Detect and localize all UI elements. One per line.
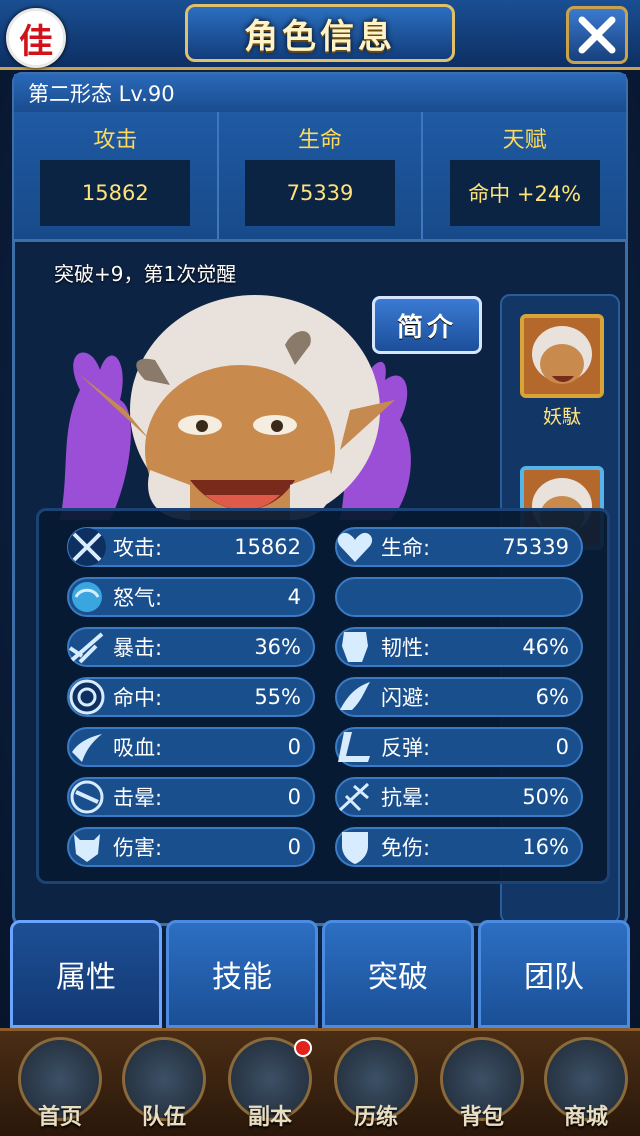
attr-value: 6% xyxy=(535,685,569,709)
roster-card[interactable] xyxy=(520,314,604,398)
attr-value: 16% xyxy=(522,835,569,859)
attr-label: 伤害: xyxy=(113,836,163,860)
fang-icon xyxy=(61,724,113,770)
attr-value: 36% xyxy=(254,635,301,659)
attr-crit: 暴击: 36% xyxy=(67,627,315,667)
attr-attack: 攻击: 15862 xyxy=(67,527,315,567)
summary-talent: 天赋 命中 +24% xyxy=(423,112,626,239)
nav-label: 历练 xyxy=(353,1105,398,1130)
crossed-swords-icon xyxy=(61,524,113,570)
summary-value: 15862 xyxy=(40,160,191,226)
attr-value: 0 xyxy=(555,735,569,759)
attr-label: 吸血: xyxy=(113,736,163,760)
breakthrough-status: 突破+9，第1次觉醒 xyxy=(54,262,237,286)
attr-label: 击晕: xyxy=(113,786,163,810)
tab-team[interactable]: 团队 xyxy=(478,920,630,1028)
tab-skills[interactable]: 技能 xyxy=(166,920,318,1028)
attr-label: 韧性: xyxy=(381,636,431,660)
attr-stun-resist: 抗晕: 50% xyxy=(335,777,583,817)
summary-attack: 攻击 15862 xyxy=(14,112,219,239)
close-button[interactable] xyxy=(566,6,628,64)
attr-value: 0 xyxy=(287,735,301,759)
resist-stun-icon xyxy=(329,774,381,820)
attr-label: 免伤: xyxy=(381,836,431,860)
attribute-panel: 攻击: 15862 生命: 75339 怒气: 4 暴击: 36% 韧性: 46… xyxy=(36,508,610,884)
bottom-nav: 首页 队伍 副本 历练 背包 商城 xyxy=(0,1028,640,1136)
intro-button[interactable]: 简介 xyxy=(372,296,482,354)
wing-icon xyxy=(329,674,381,720)
notification-dot xyxy=(294,1039,312,1057)
character-portrait xyxy=(40,250,500,520)
nav-label: 商城 xyxy=(563,1105,608,1130)
summary-value: 命中 +24% xyxy=(449,160,600,226)
target-icon xyxy=(61,674,113,720)
demon-mask-icon xyxy=(61,824,113,870)
summary-label: 天赋 xyxy=(502,128,547,153)
roster-name: 妖駄 xyxy=(542,406,581,428)
attr-damage: 伤害: 0 xyxy=(67,827,315,867)
attr-tenacity: 韧性: 46% xyxy=(335,627,583,667)
nav-bag[interactable]: 背包 xyxy=(434,1037,530,1133)
heart-icon xyxy=(329,524,381,570)
attr-label: 生命: xyxy=(381,536,431,560)
form-level-label: 第二形态 Lv.90 xyxy=(14,74,626,112)
swirl-orb-icon xyxy=(61,574,113,620)
nav-label: 副本 xyxy=(247,1105,292,1130)
summary-label: 攻击 xyxy=(93,128,138,153)
section-tabs: 属性 技能 突破 团队 xyxy=(10,920,630,1028)
attr-hit: 命中: 55% xyxy=(67,677,315,717)
nav-home[interactable]: 首页 xyxy=(12,1037,108,1133)
attr-value: 4 xyxy=(287,585,301,609)
armor-icon xyxy=(329,624,381,670)
attr-dodge: 闪避: 6% xyxy=(335,677,583,717)
server-badge: 佳 xyxy=(6,8,66,68)
shield-icon xyxy=(329,824,381,870)
attr-value: 75339 xyxy=(502,535,569,559)
nav-training[interactable]: 历练 xyxy=(328,1037,424,1133)
attr-damage-reduction: 免伤: 16% xyxy=(335,827,583,867)
attr-stun: 击晕: 0 xyxy=(67,777,315,817)
attr-rebound: 反弹: 0 xyxy=(335,727,583,767)
tab-attributes[interactable]: 属性 xyxy=(10,920,162,1028)
attr-value: 55% xyxy=(254,685,301,709)
attr-empty-slot xyxy=(335,577,583,617)
attr-label: 暴击: xyxy=(113,636,163,660)
attr-lifesteal: 吸血: 0 xyxy=(67,727,315,767)
attr-value: 0 xyxy=(287,835,301,859)
attr-label: 怒气: xyxy=(113,586,163,610)
attr-hp: 生命: 75339 xyxy=(335,527,583,567)
crit-slash-icon xyxy=(61,624,113,670)
attr-label: 闪避: xyxy=(381,686,431,710)
attr-label: 攻击: xyxy=(113,536,163,560)
attr-label: 抗晕: xyxy=(381,786,431,810)
rebound-icon xyxy=(329,724,381,770)
summary-hp: 生命 75339 xyxy=(219,112,424,239)
attr-label: 命中: xyxy=(113,686,163,710)
tab-breakthrough[interactable]: 突破 xyxy=(322,920,474,1028)
attr-value: 0 xyxy=(287,785,301,809)
nav-label: 首页 xyxy=(37,1105,82,1130)
attr-value: 50% xyxy=(522,785,569,809)
attr-value: 46% xyxy=(522,635,569,659)
nav-label: 队伍 xyxy=(141,1105,186,1130)
nav-label: 背包 xyxy=(459,1105,504,1130)
close-icon xyxy=(578,16,616,54)
nav-team[interactable]: 队伍 xyxy=(116,1037,212,1133)
page-title: 角色信息 xyxy=(185,4,455,62)
attr-label: 反弹: xyxy=(381,736,431,760)
summary-value: 75339 xyxy=(245,160,395,226)
summary-stats: 攻击 15862 生命 75339 天赋 命中 +24% xyxy=(14,112,626,242)
stun-icon xyxy=(61,774,113,820)
attr-value: 15862 xyxy=(234,535,301,559)
character-thumbnail xyxy=(524,318,600,394)
nav-shop[interactable]: 商城 xyxy=(538,1037,634,1133)
attr-rage: 怒气: 4 xyxy=(67,577,315,617)
summary-label: 生命 xyxy=(298,128,343,153)
